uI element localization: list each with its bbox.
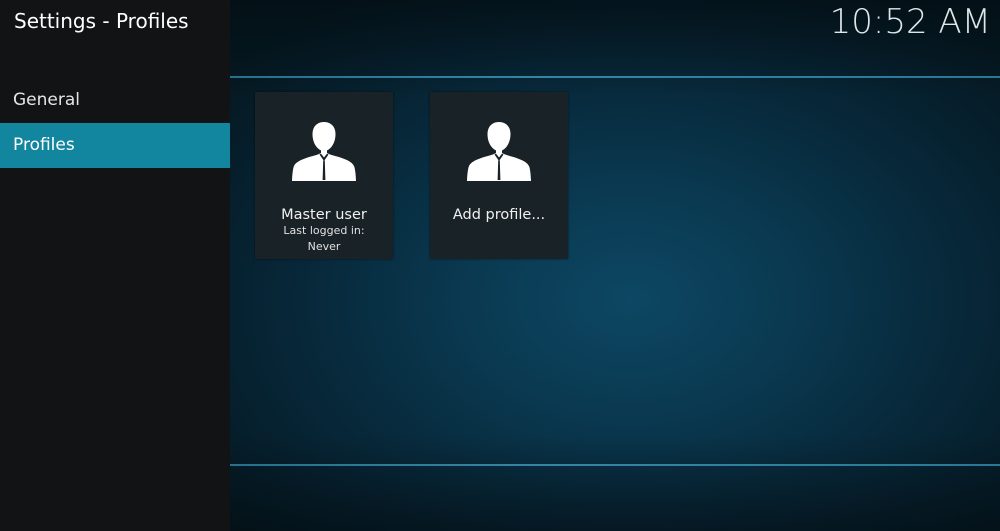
window-title: Settings - Profiles — [14, 9, 189, 33]
top-divider — [230, 76, 1000, 78]
add-profile-label: Add profile... — [452, 207, 546, 223]
settings-profiles-screen: Settings - Profiles General Profiles 10:… — [0, 0, 1000, 531]
sidebar-item-general[interactable]: General — [0, 78, 230, 123]
sidebar: Settings - Profiles General Profiles — [0, 0, 230, 531]
last-logged-value: Never — [307, 240, 341, 253]
clock: 10:52 AM — [829, 2, 991, 42]
profile-tile-master-user[interactable]: Master user Last logged in: Never — [255, 92, 393, 259]
add-profile-tile[interactable]: Add profile... — [430, 92, 568, 259]
sidebar-item-profiles[interactable]: Profiles — [0, 123, 230, 168]
last-logged-label: Last logged in: — [283, 224, 365, 237]
bottom-divider — [230, 464, 1000, 466]
profile-name: Master user — [281, 207, 367, 223]
user-silhouette-icon — [467, 122, 531, 181]
sidebar-nav: General Profiles — [0, 78, 230, 168]
user-silhouette-icon — [292, 122, 356, 181]
main-background — [230, 0, 1000, 531]
